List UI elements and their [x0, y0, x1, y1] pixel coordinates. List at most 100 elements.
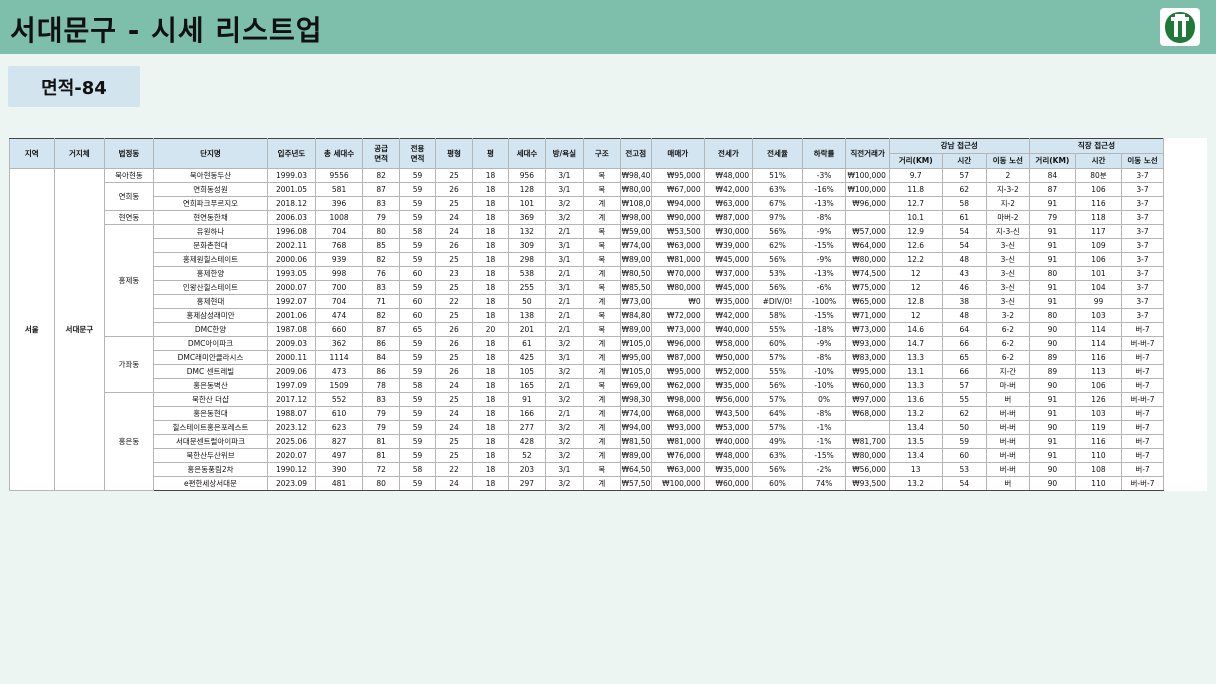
table-cell: -9% — [801, 252, 847, 267]
table-cell: ₩100,000 — [845, 168, 890, 183]
table-cell: 538 — [508, 266, 546, 281]
table-cell: ₩81,700 — [845, 434, 890, 449]
table-cell: ₩72,000 — [650, 308, 705, 323]
table-cell: 9.7 — [888, 168, 943, 183]
table-cell: 87 — [362, 322, 400, 337]
table-cell: 계 — [583, 336, 621, 351]
col-exclusive-area: 전용 면적 — [398, 138, 437, 169]
table-cell: 72 — [362, 462, 400, 477]
table-cell: 1509 — [314, 378, 364, 393]
col-structure: 구조 — [583, 138, 621, 169]
table-cell: 390 — [314, 462, 364, 477]
table-cell: 428 — [508, 434, 546, 449]
region-cell: 서울 — [9, 168, 55, 491]
table-cell: 0% — [801, 392, 847, 407]
table-cell: 계 — [583, 210, 621, 225]
table-cell: ₩74,500 — [845, 266, 890, 281]
table-cell: ₩42,000 — [703, 182, 754, 197]
table-cell: 인왕산힐스테이트 — [152, 280, 269, 295]
table-cell: 60% — [752, 336, 803, 351]
table-cell: -15% — [801, 448, 847, 463]
table-cell: 2018.12 — [267, 196, 316, 211]
table-cell: 연희동성원 — [152, 182, 269, 197]
table-cell: 18 — [471, 420, 510, 435]
table-cell: 83 — [362, 196, 400, 211]
table-cell: 61 — [941, 210, 988, 225]
table-cell: ₩69,000 — [619, 378, 652, 393]
table-cell: ₩80,000 — [845, 252, 890, 267]
table-cell: 298 — [508, 252, 546, 267]
table-cell: 62% — [752, 238, 803, 253]
table-cell: 버-버 — [986, 406, 1030, 421]
table-cell: 지-간 — [986, 364, 1030, 379]
table-cell: ₩60,000 — [845, 378, 890, 393]
table-cell: ₩80,000 — [845, 448, 890, 463]
table-cell: 473 — [314, 364, 364, 379]
table-cell: 3-7 — [1120, 266, 1165, 281]
table-cell: 116 — [1075, 350, 1122, 365]
col-rooms: 방/욕실 — [544, 138, 585, 169]
table-cell: ₩105,000 — [619, 364, 652, 379]
table-cell: 24 — [435, 378, 473, 393]
table-cell: -100% — [801, 294, 847, 309]
table-cell: 101 — [1075, 266, 1122, 281]
table-cell: 복 — [583, 252, 621, 267]
table-cell: ₩43,500 — [703, 406, 754, 421]
table-cell: 3-7 — [1120, 210, 1165, 225]
table-cell: -1% — [801, 420, 847, 435]
table-cell: 복 — [583, 238, 621, 253]
table-cell: ₩37,000 — [703, 266, 754, 281]
table-cell: 3/2 — [544, 336, 585, 351]
table-cell: 버-7 — [1120, 406, 1165, 421]
table-cell: -13% — [801, 196, 847, 211]
table-cell: 59 — [398, 336, 437, 351]
table-cell: 12.9 — [888, 224, 943, 239]
table-cell: ₩98,300 — [619, 392, 652, 407]
table-cell: 106 — [1075, 182, 1122, 197]
table-cell: ₩96,000 — [845, 196, 890, 211]
table-cell: 10.1 — [888, 210, 943, 225]
table-cell: 309 — [508, 238, 546, 253]
table-cell: 83 — [362, 280, 400, 295]
table-cell: 18 — [471, 168, 510, 183]
table-cell: 64% — [752, 406, 803, 421]
table-cell: 59 — [398, 168, 437, 183]
table-cell: 57% — [752, 350, 803, 365]
table-cell: 90 — [1028, 322, 1077, 337]
col-work-time: 시간 — [1075, 153, 1122, 169]
table-cell: 버 — [986, 392, 1030, 407]
table-cell: 18 — [471, 196, 510, 211]
table-cell: 홍제원힐스테이트 — [152, 252, 269, 267]
table-cell: 복 — [583, 224, 621, 239]
table-cell: 132 — [508, 224, 546, 239]
table-cell: 90 — [1028, 462, 1077, 477]
table-cell: ₩56,000 — [703, 392, 754, 407]
table-cell: -9% — [801, 224, 847, 239]
table-cell: 90 — [1028, 378, 1077, 393]
table-cell: 3-7 — [1120, 182, 1165, 197]
table-cell: 99 — [1075, 294, 1122, 309]
table-cell: 74% — [801, 476, 847, 491]
table-cell: 3/1 — [544, 238, 585, 253]
table-cell: 939 — [314, 252, 364, 267]
table-cell: 24 — [435, 224, 473, 239]
price-table: 지역 거지체 법정동 단지명 입주년도 총 세대수 공급 면적 전용 면적 평형 평… — [9, 138, 1207, 491]
table-cell: 3-2 — [986, 308, 1030, 323]
table-cell: 114 — [1075, 322, 1122, 337]
table-cell: 2/1 — [544, 378, 585, 393]
table-cell: 91 — [1028, 392, 1077, 407]
table-cell: ₩63,000 — [703, 196, 754, 211]
table-row: 홍제원힐스테이트2000.06939825925182983/1복₩89,000… — [10, 252, 1207, 267]
col-recent-deal: 직전거래가 — [845, 138, 890, 169]
table-cell: ₩35,000 — [703, 378, 754, 393]
col-pyeong: 평 — [471, 138, 510, 169]
table-cell: 2/1 — [544, 406, 585, 421]
table-cell: DMC한양 — [152, 322, 269, 337]
table-cell: ₩76,000 — [650, 448, 705, 463]
table-row: e편한세상서대문2023.09481805924182973/2계₩57,500… — [10, 476, 1207, 491]
table-cell: -8% — [801, 210, 847, 225]
table-cell: 계 — [583, 364, 621, 379]
table-cell: ₩89,000 — [619, 252, 652, 267]
table-cell: 3/1 — [544, 182, 585, 197]
table-cell: 59 — [398, 280, 437, 295]
